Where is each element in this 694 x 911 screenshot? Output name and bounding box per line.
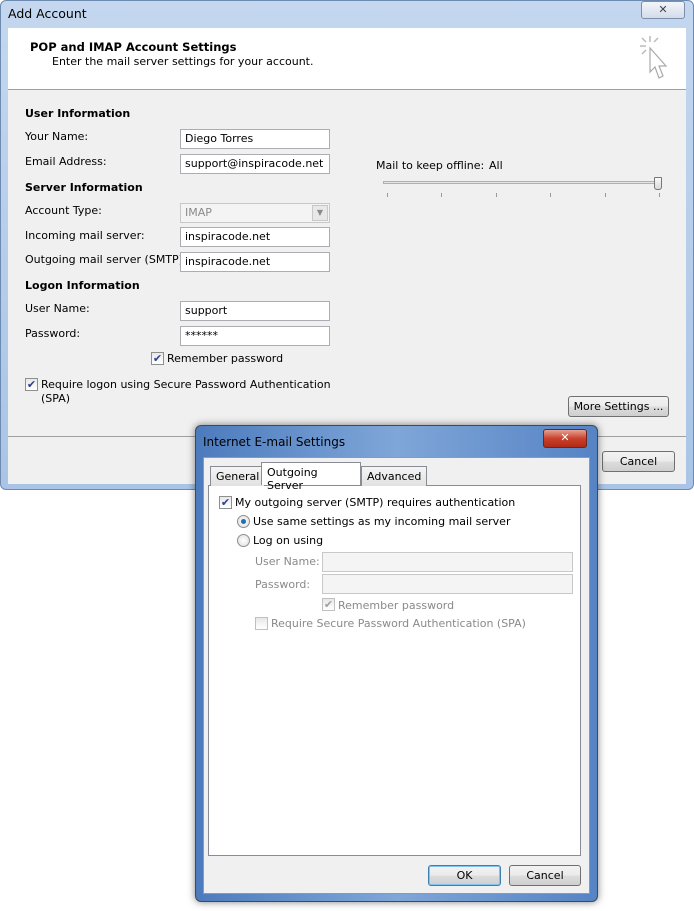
password-input[interactable]: ****** xyxy=(180,326,330,346)
section-user-info: User Information xyxy=(25,107,131,120)
account-type-value: IMAP xyxy=(185,206,212,219)
password-label: Password: xyxy=(25,327,81,340)
incoming-label: Incoming mail server: xyxy=(25,229,145,242)
offline-slider-track[interactable] xyxy=(383,181,661,184)
header-title: POP and IMAP Account Settings xyxy=(30,40,237,54)
outgoing-label: Outgoing mail server (SMTP): xyxy=(25,253,187,266)
offline-label: Mail to keep offline: xyxy=(376,159,485,172)
cancel-button[interactable]: Cancel xyxy=(602,451,675,472)
log-on-using-label: Log on using xyxy=(253,534,324,547)
log-on-using-radio[interactable] xyxy=(237,534,250,547)
chevron-down-icon: ▼ xyxy=(312,205,328,221)
dialog-remember-label: Remember password xyxy=(338,599,455,612)
dialog-spa-checkbox[interactable] xyxy=(255,617,268,630)
slider-tick xyxy=(604,193,606,197)
your-name-label: Your Name: xyxy=(25,130,89,143)
outgoing-server-input[interactable]: inspiracode.net xyxy=(180,252,330,272)
slider-tick xyxy=(495,193,497,197)
incoming-server-input[interactable]: inspiracode.net xyxy=(180,227,330,247)
spa-checkbox[interactable]: ✔ xyxy=(25,378,38,391)
dialog-cancel-button[interactable]: Cancel xyxy=(509,865,581,886)
dialog-password-label: Password: xyxy=(255,578,311,591)
slider-tick xyxy=(659,193,660,197)
smtp-auth-label: My outgoing server (SMTP) requires authe… xyxy=(235,496,516,509)
dialog-remember-checkbox: ✔ xyxy=(322,598,335,611)
username-input[interactable]: support xyxy=(180,301,330,321)
window-title: Add Account xyxy=(8,6,87,21)
section-server-info: Server Information xyxy=(25,181,143,194)
account-type-label: Account Type: xyxy=(25,204,102,217)
dialog-spa-label: Require Secure Password Authentication (… xyxy=(271,617,526,630)
dialog-username-label: User Name: xyxy=(255,555,320,568)
dialog-title: Internet E-mail Settings xyxy=(203,435,346,449)
header-subtitle: Enter the mail server settings for your … xyxy=(52,55,314,68)
email-input[interactable]: support@inspiracode.net xyxy=(180,154,330,174)
dialog-username-input xyxy=(322,552,573,572)
dialog-close-button[interactable]: ✕ xyxy=(543,429,587,448)
account-type-select: IMAP ▼ xyxy=(180,203,330,223)
dialog-password-input xyxy=(322,574,573,594)
same-settings-label: Use same settings as my incoming mail se… xyxy=(253,515,511,528)
slider-tick xyxy=(550,193,552,197)
section-logon-info: Logon Information xyxy=(25,279,140,292)
spa-label: Require logon using Secure Password Auth… xyxy=(41,378,331,405)
offline-slider-thumb[interactable] xyxy=(654,177,662,190)
remember-password-checkbox[interactable]: ✔ xyxy=(151,352,164,365)
close-icon: ✕ xyxy=(560,431,570,444)
slider-tick xyxy=(441,193,443,197)
tab-advanced[interactable]: Advanced xyxy=(361,466,428,486)
tab-general[interactable]: General xyxy=(210,466,266,486)
smtp-auth-checkbox[interactable]: ✔ xyxy=(219,496,232,509)
slider-tick xyxy=(387,193,388,197)
tab-outgoing-server[interactable]: Outgoing Server xyxy=(261,462,361,492)
ok-button[interactable]: OK xyxy=(428,865,501,886)
close-button[interactable]: ✕ xyxy=(641,1,685,19)
offline-value: All xyxy=(489,159,503,172)
remember-password-label: Remember password xyxy=(167,352,284,365)
close-icon: ✕ xyxy=(658,3,668,16)
more-settings-button[interactable]: More Settings ... xyxy=(568,396,669,417)
same-settings-radio[interactable] xyxy=(237,515,250,528)
cursor-sparkle-icon xyxy=(640,36,668,79)
username-label: User Name: xyxy=(25,302,90,315)
your-name-input[interactable]: Diego Torres xyxy=(180,129,330,149)
email-label: Email Address: xyxy=(25,155,107,168)
